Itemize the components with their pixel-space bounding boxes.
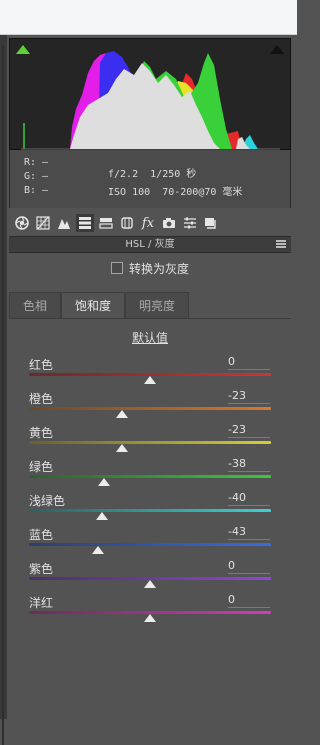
slider-thumb-blue[interactable]: [91, 546, 104, 554]
adjustment-panel: R: — G: — B: — f/2.2 1/250 秒 ISO 100 70-200…: [9, 38, 291, 719]
r-label: R:: [24, 157, 37, 168]
slider-label-purple: 紫色: [29, 562, 54, 576]
convert-to-grayscale-row[interactable]: 转换为灰度: [9, 260, 291, 282]
slider-blue: 蓝色 -43: [9, 525, 291, 560]
tab-luminance[interactable]: 明亮度: [125, 292, 189, 318]
left-panel-edge: [0, 35, 7, 745]
slider-value-green[interactable]: -38: [228, 457, 270, 472]
section-header: HSL / 灰度: [9, 236, 291, 253]
lens-icon[interactable]: [118, 214, 136, 232]
slider-green: 绿色 -38: [9, 457, 291, 492]
slider-track-yellow[interactable]: [29, 441, 271, 444]
snapshots-icon[interactable]: [202, 214, 220, 232]
b-value: —: [42, 185, 49, 196]
fx-icon[interactable]: fx: [139, 214, 157, 232]
slider-orange: 橙色 -23: [9, 389, 291, 424]
highlight-clipping-warning[interactable]: [270, 45, 284, 54]
lens-focal: 70-200@70 毫米: [162, 187, 243, 198]
default-values-label[interactable]: 默认值: [132, 331, 168, 345]
shadow-clipping-warning[interactable]: [16, 45, 30, 54]
slider-thumb-green[interactable]: [98, 478, 111, 486]
slider-label-green: 绿色: [29, 460, 54, 474]
slider-value-red[interactable]: 0: [228, 355, 270, 370]
camera-info: f/2.2 1/250 秒 ISO 100 70-200@70 毫米: [108, 166, 242, 202]
slider-thumb-magenta[interactable]: [144, 614, 156, 622]
slider-thumb-aqua[interactable]: [95, 512, 108, 520]
tab-hue[interactable]: 色相: [9, 292, 61, 318]
histogram: [9, 38, 291, 150]
slider-magenta: 洋红 0: [9, 593, 291, 628]
histogram-graph: [21, 51, 280, 150]
slider-label-aqua: 浅绿色: [29, 494, 66, 508]
rgb-readout: R: — G: — B: —: [24, 156, 60, 198]
camera-calibration-icon[interactable]: [160, 214, 178, 232]
slider-value-magenta[interactable]: 0: [228, 593, 270, 608]
histogram-info: R: — G: — B: — f/2.2 1/250 秒 ISO 100 70-200…: [9, 150, 291, 208]
r-value: —: [42, 157, 49, 168]
iso: ISO 100: [108, 187, 151, 198]
aperture: f/2.2: [108, 169, 139, 180]
slider-value-purple[interactable]: 0: [228, 559, 270, 574]
panel-menu-icon[interactable]: [276, 240, 286, 248]
hsl-tabs: 色相 饱和度 明亮度: [9, 292, 291, 319]
slider-value-orange[interactable]: -23: [228, 389, 270, 404]
slider-track-green[interactable]: [29, 475, 271, 478]
presets-sliders-icon[interactable]: [181, 214, 199, 232]
detail-triangle-icon[interactable]: [55, 214, 73, 232]
slider-thumb-red[interactable]: [144, 376, 156, 384]
slider-track-blue[interactable]: [29, 543, 271, 546]
basic-aperture-icon[interactable]: [13, 214, 31, 232]
convert-to-grayscale-label: 转换为灰度: [128, 262, 189, 276]
slider-track-orange[interactable]: [29, 407, 271, 410]
g-label: G:: [24, 171, 37, 182]
tab-saturation[interactable]: 饱和度: [61, 292, 125, 318]
slider-red: 红色 0: [9, 355, 291, 390]
slider-thumb-yellow[interactable]: [116, 444, 129, 452]
hsl-icon[interactable]: [76, 214, 94, 232]
slider-thumb-orange[interactable]: [116, 410, 129, 418]
slider-label-blue: 蓝色: [29, 528, 54, 542]
tone-curve-grid-icon[interactable]: [34, 214, 52, 232]
split-tone-icon[interactable]: [97, 214, 115, 232]
section-title: HSL / 灰度: [125, 239, 175, 250]
slider-value-aqua[interactable]: -40: [228, 491, 270, 506]
slider-thumb-purple[interactable]: [144, 580, 156, 588]
convert-to-grayscale-checkbox[interactable]: [110, 262, 123, 274]
slider-yellow: 黄色 -23: [9, 423, 291, 458]
slider-value-yellow[interactable]: -23: [228, 423, 270, 438]
slider-label-magenta: 洋红: [29, 596, 54, 610]
slider-purple: 紫色 0: [9, 559, 291, 594]
slider-value-blue[interactable]: -43: [228, 525, 270, 540]
top-bar: [0, 0, 297, 35]
slider-label-orange: 橙色: [29, 392, 54, 406]
slider-label-yellow: 黄色: [29, 426, 54, 440]
g-value: —: [42, 171, 49, 182]
slider-track-aqua[interactable]: [29, 509, 271, 512]
default-values-link[interactable]: 默认值: [9, 329, 291, 346]
b-label: B:: [24, 185, 37, 196]
slider-aqua: 浅绿色 -40: [9, 491, 291, 526]
panel-toolbar: fx: [9, 210, 291, 236]
slider-label-red: 红色: [29, 358, 54, 372]
shutter-speed: 1/250 秒: [150, 169, 197, 180]
